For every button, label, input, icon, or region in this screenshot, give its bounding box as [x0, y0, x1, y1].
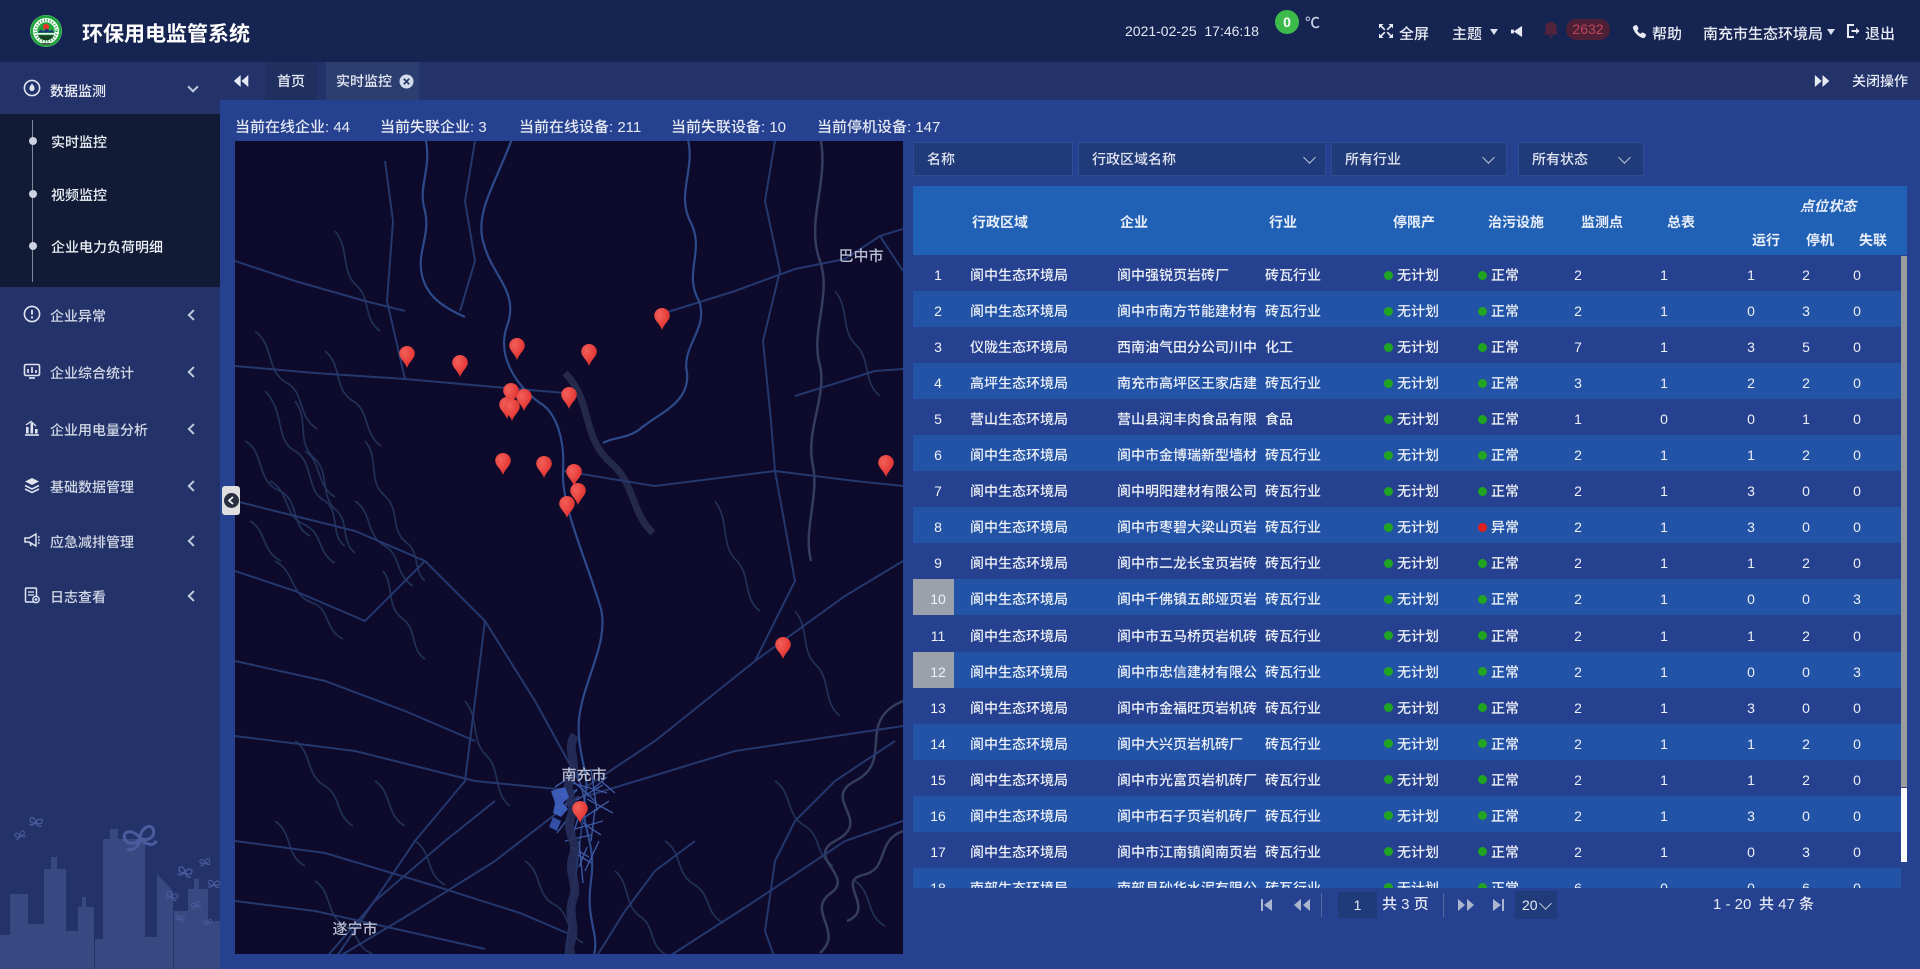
svg-text:巴中市: 巴中市: [838, 248, 883, 265]
svg-text:遂宁市: 遂宁市: [332, 921, 377, 938]
svg-text:南充市: 南充市: [561, 767, 606, 784]
